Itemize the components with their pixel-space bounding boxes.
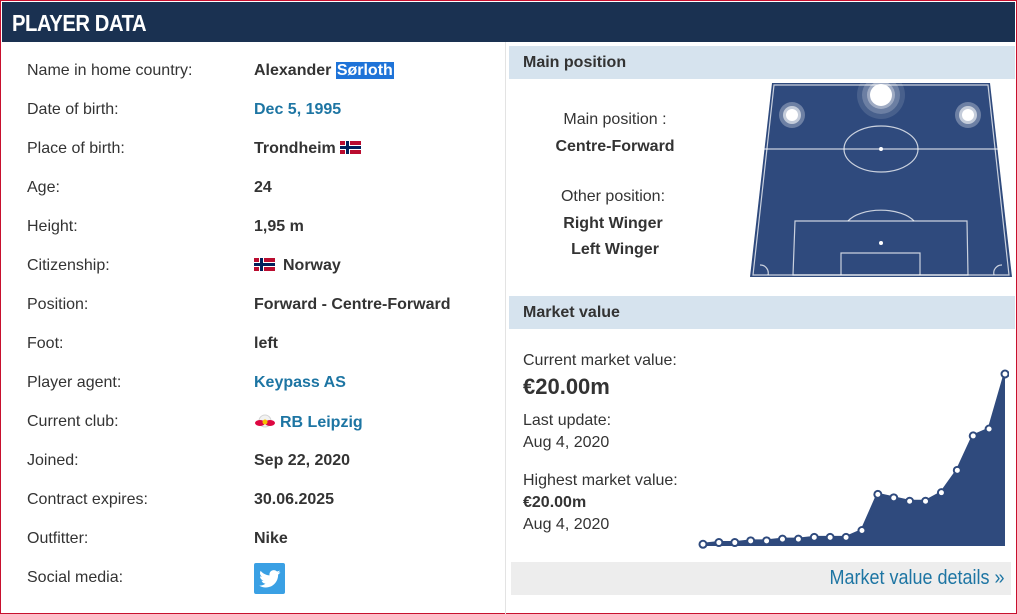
panel-header: PLAYER DATA: [2, 2, 1015, 42]
row-joined: Joined: Sep 22, 2020: [27, 448, 497, 472]
player-agent-link[interactable]: Keypass AS: [254, 374, 346, 392]
row-label: Height:: [27, 218, 78, 235]
chart-point: [921, 496, 931, 506]
chart-point: [793, 534, 803, 544]
row-value: Norway: [254, 257, 341, 275]
other-position-1: Right Winger: [563, 215, 663, 232]
row-age: Age: 24: [27, 175, 497, 199]
section-title: Market value: [523, 304, 620, 321]
market-value-details-link[interactable]: Market value details »: [830, 567, 1005, 590]
row-value: 30.06.2025: [254, 491, 335, 508]
row-label: Age:: [27, 179, 60, 196]
position-marker-left-winger: [779, 102, 805, 128]
current-market-value: €20.00m: [523, 374, 610, 399]
right-column: Main position Main position : Centre-For…: [507, 42, 1016, 614]
row-value: Forward - Centre-Forward: [254, 296, 451, 313]
row-label: Contract expires:: [27, 491, 148, 508]
chart-point: [968, 431, 978, 441]
section-title: Main position: [523, 54, 627, 71]
chart-point: [857, 526, 867, 536]
row-citizenship: Citizenship: Norway: [27, 253, 497, 277]
twitter-icon[interactable]: [254, 563, 285, 594]
row-label: Social media:: [27, 569, 124, 586]
row-value: Trondheim: [254, 140, 365, 158]
chart-point: [873, 489, 883, 499]
selected-text[interactable]: Sørloth: [335, 62, 394, 79]
row-label: Place of birth:: [27, 140, 125, 157]
main-position-label: Main position :: [563, 111, 667, 128]
last-update-label: Last update:: [523, 412, 612, 429]
current-club-link[interactable]: RB Leipzig: [254, 413, 363, 432]
row-value: Alexander Sørloth: [254, 62, 394, 79]
chart-point: [746, 536, 756, 546]
pitch-diagram: [750, 79, 1012, 277]
row-label: Outfitter:: [27, 530, 89, 547]
other-position-2: Left Winger: [571, 241, 659, 258]
rb-leipzig-icon: [254, 413, 276, 429]
row-label: Foot:: [27, 335, 64, 352]
row-height: Height: 1,95 m: [27, 214, 497, 238]
row-date-of-birth: Date of birth: Dec 5, 1995: [27, 97, 497, 121]
norway-flag-icon: [254, 258, 275, 271]
row-value: left: [254, 335, 278, 352]
market-value-chart: [698, 369, 1009, 549]
main-position-value: Centre-Forward: [555, 138, 675, 155]
row-value: Sep 22, 2020: [254, 452, 351, 469]
chart-point: [889, 493, 899, 503]
row-contract-expires: Contract expires: 30.06.2025: [27, 487, 497, 511]
chart-point: [905, 496, 915, 506]
current-market-value-label: Current market value:: [523, 352, 677, 369]
date-of-birth-link[interactable]: Dec 5, 1995: [254, 101, 341, 119]
market-value-details-bar: Market value details »: [511, 562, 1011, 595]
row-label: Date of birth:: [27, 101, 119, 118]
chart-point: [1000, 369, 1009, 379]
row-value: Nike: [254, 530, 288, 547]
row-position: Position: Forward - Centre-Forward: [27, 292, 497, 316]
row-value: 1,95 m: [254, 218, 304, 235]
chart-point: [714, 538, 724, 548]
row-name: Name in home country: Alexander Sørloth: [27, 58, 497, 82]
row-label: Current club:: [27, 413, 119, 430]
row-current-club: Current club: RB Leipzig: [27, 409, 497, 433]
chart-area: [703, 374, 1005, 546]
row-foot: Foot: left: [27, 331, 497, 355]
last-update-date: Aug 4, 2020: [523, 434, 610, 451]
player-info-table: Name in home country: Alexander Sørloth …: [2, 42, 506, 614]
other-position-label: Other position:: [560, 188, 666, 205]
chart-point: [730, 538, 740, 548]
market-value-header: Market value: [509, 296, 1015, 329]
highest-market-value-date: Aug 4, 2020: [523, 516, 610, 533]
norway-flag-icon: [339, 141, 361, 154]
row-label: Joined:: [27, 452, 79, 469]
panel-title: PLAYER DATA: [12, 10, 147, 36]
chart-point: [984, 424, 994, 434]
position-marker-right-winger: [955, 102, 981, 128]
row-value: 24: [254, 179, 272, 196]
main-position-header: Main position: [509, 46, 1015, 79]
chart-point: [825, 532, 835, 542]
chart-point: [762, 536, 772, 546]
chart-point: [841, 532, 851, 542]
row-place-of-birth: Place of birth: Trondheim: [27, 136, 497, 160]
row-label: Name in home country:: [27, 62, 193, 79]
highest-market-value-label: Highest market value:: [523, 472, 678, 489]
row-outfitter: Outfitter: Nike: [27, 526, 497, 550]
row-label: Citizenship:: [27, 257, 110, 274]
row-social-media: Social media:: [27, 563, 497, 594]
row-label: Position:: [27, 296, 89, 313]
chart-point: [952, 465, 962, 475]
chart-point: [809, 532, 819, 542]
chart-point: [777, 534, 787, 544]
row-player-agent: Player agent: Keypass AS: [27, 370, 497, 394]
highest-market-value: €20.00m: [523, 494, 587, 511]
chart-point: [936, 488, 946, 498]
player-data-panel: PLAYER DATA Name in home country: Alexan…: [0, 0, 1017, 614]
chart-point: [698, 539, 708, 549]
row-label: Player agent:: [27, 374, 122, 391]
